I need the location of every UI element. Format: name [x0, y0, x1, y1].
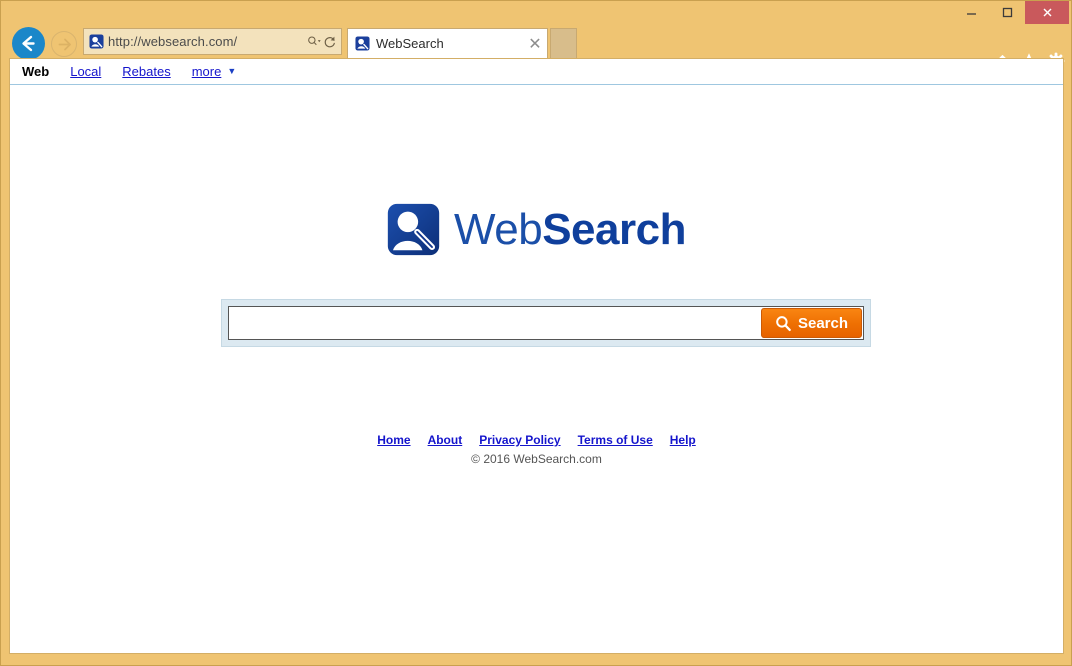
forward-button[interactable]	[51, 31, 77, 57]
footer-links: Home About Privacy Policy Terms of Use H…	[10, 433, 1063, 447]
magnifier-icon	[776, 315, 791, 331]
footer-link-help[interactable]: Help	[670, 433, 696, 447]
tab-websearch[interactable]: WebSearch ✕	[347, 28, 548, 58]
search-box-frame: Search	[221, 299, 871, 347]
refresh-icon[interactable]	[322, 35, 337, 49]
tab-close-icon[interactable]: ✕	[527, 36, 543, 53]
more-menu[interactable]: more ▼	[192, 64, 237, 79]
footer-link-terms-of-use[interactable]: Terms of Use	[578, 433, 653, 447]
page-body: WebSearch Search Home About Privacy Poli…	[10, 85, 1063, 652]
websearch-logo-mark	[387, 203, 440, 256]
address-url-text: http://websearch.com/	[108, 34, 238, 49]
tab-title: WebSearch	[376, 36, 444, 51]
more-label: more	[191, 64, 222, 79]
websearch-favicon	[89, 34, 104, 49]
page-footer: Home About Privacy Policy Terms of Use H…	[10, 433, 1063, 466]
logo-wordmark: WebSearch	[454, 204, 686, 254]
copyright-text: © 2016 WebSearch.com	[471, 452, 602, 466]
window-controls	[953, 1, 1069, 24]
chevron-down-icon: ▼	[227, 66, 237, 76]
search-dropdown-icon[interactable]	[307, 34, 322, 49]
footer-link-home[interactable]: Home	[377, 433, 410, 447]
footer-link-about[interactable]: About	[428, 433, 463, 447]
sidebar-item-local[interactable]: Local	[70, 64, 101, 79]
back-button[interactable]	[12, 27, 45, 60]
search-box-inner: Search	[228, 306, 864, 340]
search-button[interactable]: Search	[761, 308, 862, 338]
title-bar	[1, 1, 1072, 25]
search-input[interactable]	[229, 307, 761, 339]
logo-text-search: Search	[542, 204, 686, 254]
sidebar-item-web[interactable]: Web	[22, 64, 49, 79]
sidebar-item-rebates[interactable]: Rebates	[122, 64, 170, 79]
browser-toolbar: http://websearch.com/ WebSearch ✕	[1, 25, 1072, 70]
websearch-logo: WebSearch	[10, 203, 1063, 256]
new-tab-button[interactable]	[550, 28, 577, 58]
browser-window: http://websearch.com/ WebSearch ✕ Web Lo…	[0, 0, 1072, 666]
site-nav-bar: Web Local Rebates more ▼	[10, 59, 1063, 85]
maximize-icon[interactable]	[989, 1, 1025, 24]
search-button-label: Search	[797, 314, 849, 332]
websearch-favicon	[355, 36, 370, 51]
close-icon[interactable]	[1025, 1, 1069, 24]
logo-text-web: Web	[454, 204, 543, 254]
footer-link-privacy-policy[interactable]: Privacy Policy	[479, 433, 560, 447]
minimize-icon[interactable]	[953, 1, 989, 24]
address-bar[interactable]: http://websearch.com/	[83, 28, 342, 55]
page-viewport: Web Local Rebates more ▼ WebSearch Searc…	[9, 58, 1064, 654]
